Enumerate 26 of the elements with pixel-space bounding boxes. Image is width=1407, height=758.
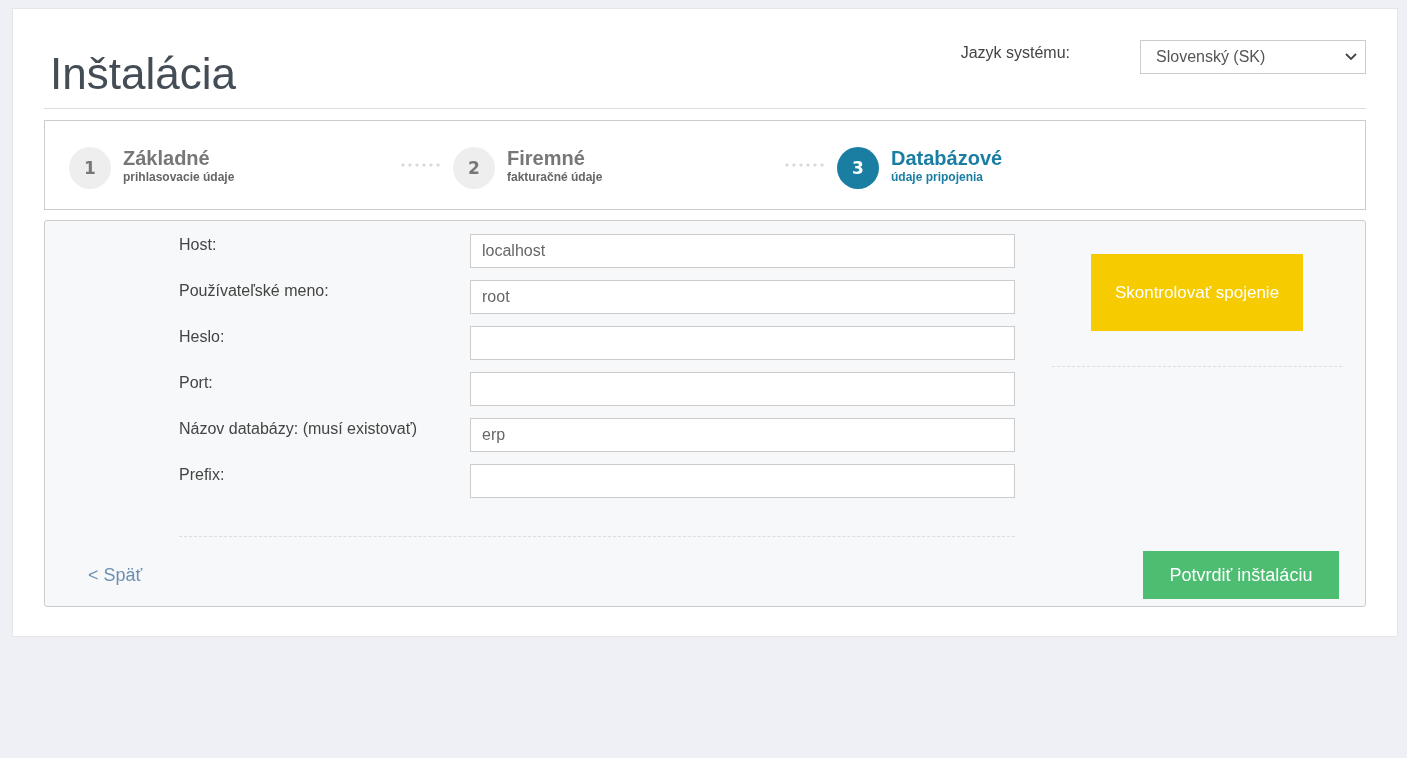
input-field[interactable]: root xyxy=(470,280,1015,314)
step-subtitle: fakturačné údaje xyxy=(507,169,603,184)
field-label: Prefix: xyxy=(179,465,226,485)
field-label: Názov databázy: (musí existovať) xyxy=(179,419,419,439)
step-subtitle: prihlasovacie údaje xyxy=(123,169,235,184)
field-label: Port: xyxy=(179,373,214,393)
step-number: 1 xyxy=(69,147,111,189)
field-label: Heslo: xyxy=(179,327,226,347)
field-label: Používateľské meno: xyxy=(179,281,330,301)
language-select[interactable]: Slovenský (SK) xyxy=(1140,40,1366,74)
step-title: Firemné xyxy=(507,146,586,170)
input-field[interactable] xyxy=(470,372,1015,406)
page-title: Inštalácia xyxy=(50,49,236,100)
language-label: Jazyk systému: xyxy=(960,44,1070,62)
step-number: 2 xyxy=(453,147,495,189)
back-link[interactable]: < Späť xyxy=(88,564,143,586)
chevron-down-icon xyxy=(1345,53,1357,61)
input-field[interactable]: localhost xyxy=(470,234,1015,268)
step-title: Základné xyxy=(123,146,211,170)
field-label: Host: xyxy=(179,235,218,255)
step-subtitle: údaje pripojenia xyxy=(891,169,984,184)
input-field[interactable] xyxy=(470,326,1015,360)
input-field[interactable] xyxy=(470,464,1015,498)
input-field[interactable]: erp xyxy=(470,418,1015,452)
step-title: Databázové xyxy=(891,146,1003,170)
step-number: 3 xyxy=(837,147,879,189)
